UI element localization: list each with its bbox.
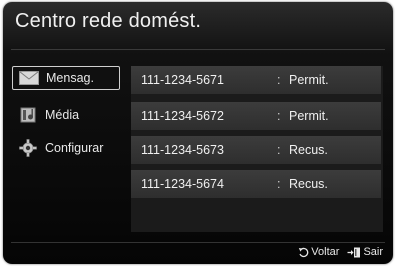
device-separator: : <box>277 109 281 123</box>
device-number: 111-1234-5673 <box>141 143 224 157</box>
footer-bar: Voltar Sair <box>298 246 383 258</box>
page-title: Centro rede domést. <box>15 10 202 32</box>
device-row[interactable]: 111-1234-5672 : Permit. <box>131 102 381 130</box>
device-number: 111-1234-5672 <box>141 109 224 123</box>
back-label: Voltar <box>311 246 340 258</box>
media-icon <box>17 106 39 124</box>
device-row[interactable]: 111-1234-5671 : Permit. <box>131 66 381 94</box>
exit-button[interactable]: Sair <box>347 246 383 258</box>
sidebar-item-label: Mensag. <box>46 71 94 85</box>
device-status: Recus. <box>289 143 328 157</box>
envelope-icon <box>18 69 40 87</box>
device-separator: : <box>277 73 281 87</box>
sidebar-item-label: Configurar <box>45 141 104 155</box>
device-number: 111-1234-5671 <box>141 73 224 87</box>
device-row[interactable]: 111-1234-5674 : Recus. <box>131 170 381 198</box>
sidebar-item-media[interactable]: Média <box>12 103 118 127</box>
exit-icon <box>347 247 361 257</box>
exit-label: Sair <box>363 246 383 258</box>
device-number: 111-1234-5674 <box>141 177 224 191</box>
device-status: Permit. <box>289 73 329 87</box>
device-status: Recus. <box>289 177 328 191</box>
device-separator: : <box>277 177 281 191</box>
gear-icon <box>17 139 39 157</box>
return-icon <box>299 247 309 257</box>
sidebar-item-label: Média <box>45 108 80 122</box>
title-divider <box>11 49 385 50</box>
device-separator: : <box>277 143 281 157</box>
home-network-center-window: Centro rede domést. Mensag. Média Config… <box>3 2 393 264</box>
footer-divider <box>11 242 385 243</box>
sidebar-item-settings[interactable]: Configurar <box>12 136 118 160</box>
device-row[interactable]: 111-1234-5673 : Recus. <box>131 136 381 164</box>
sidebar-item-messages[interactable]: Mensag. <box>12 66 120 90</box>
back-button[interactable]: Voltar <box>298 246 339 258</box>
device-status: Permit. <box>289 109 329 123</box>
